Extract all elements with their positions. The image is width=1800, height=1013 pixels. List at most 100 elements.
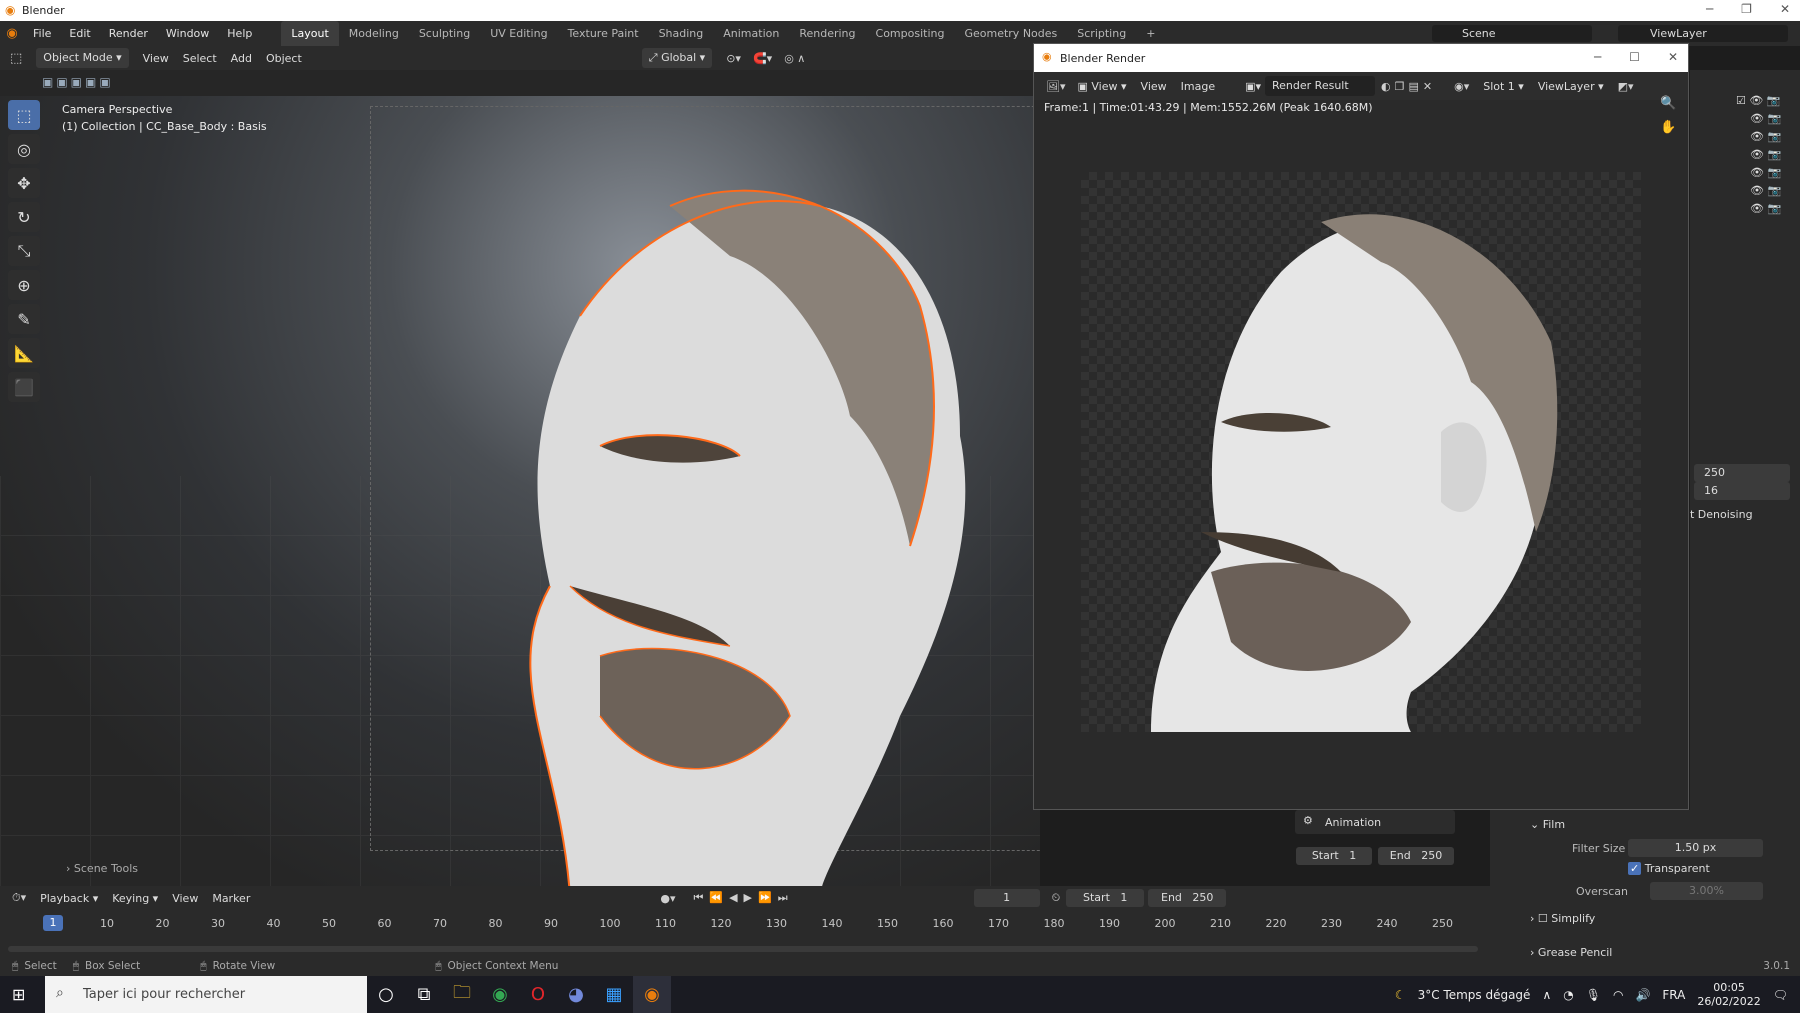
scene-selector[interactable]: Scene (1432, 25, 1592, 42)
playback-controls-icons[interactable]: ⏮⏪◀▶⏩⏭ (693, 891, 793, 905)
render-view-menu[interactable]: View (1141, 80, 1167, 93)
windows-start-icon[interactable]: ⊞ (12, 985, 25, 1004)
render-minimize-button[interactable]: ─ (1594, 50, 1601, 64)
tab-uv-editing[interactable]: UV Editing (480, 21, 557, 46)
viewlayer-selector[interactable]: ViewLayer (1618, 25, 1788, 42)
outliner-visibility-icons[interactable]: ☑ 👁 📷 👁 📷 👁 📷 👁 📷 👁 📷 👁 📷 👁 📷 (1736, 92, 1781, 218)
blender-taskbar-icon[interactable]: ◉ (633, 976, 671, 1013)
viewport-add-menu[interactable]: Add (231, 52, 252, 65)
playback-menu[interactable]: Playback ▾ (40, 892, 98, 905)
overlay-icon[interactable]: ◉▾ (1454, 80, 1469, 93)
annotate-icon[interactable]: ✎ (8, 304, 40, 334)
photos-icon[interactable]: ▦ (595, 976, 633, 1013)
pan-hand-icon[interactable]: ✋ (1660, 120, 1676, 135)
character-head-viewport[interactable] (440, 116, 1040, 886)
timeline-view-menu[interactable]: View (172, 892, 198, 905)
weather-text[interactable]: 3°C Temps dégagé (1418, 988, 1531, 1002)
opera-icon[interactable]: O (519, 976, 557, 1013)
timeline-editor-type-icon[interactable]: ⏱▾ (12, 891, 26, 905)
network-icon[interactable]: ◔ (1563, 988, 1573, 1002)
select-mode-icons[interactable]: ▣▣▣▣▣ (42, 75, 114, 89)
record-icon[interactable]: ●▾ (660, 892, 675, 905)
pivot-icon[interactable]: ⊙▾ (726, 52, 741, 65)
discord-icon[interactable]: ◕ (557, 976, 595, 1013)
animation-start-field[interactable]: Start 1 (1296, 847, 1372, 865)
render-canvas[interactable] (1081, 172, 1641, 732)
image-browse-icon[interactable]: ▣▾ (1245, 80, 1261, 93)
slot-dropdown[interactable]: Slot 1 ▾ (1483, 80, 1524, 93)
tab-animation[interactable]: Animation (713, 21, 789, 46)
measure-icon[interactable]: 📐 (8, 338, 40, 368)
simplify-header[interactable]: › ☐ Simplify (1530, 912, 1595, 925)
tab-rendering[interactable]: Rendering (789, 21, 865, 46)
blender-menu-icon[interactable]: ◉ (0, 26, 24, 41)
marker-menu[interactable]: Marker (212, 892, 250, 905)
chrome-icon[interactable]: ◉ (481, 976, 519, 1013)
render-result-field[interactable]: Render Result (1265, 76, 1376, 96)
filter-size-field[interactable]: 1.50 px (1628, 839, 1763, 857)
current-frame-field[interactable]: 1 (973, 889, 1040, 907)
tab-layout[interactable]: Layout (281, 21, 339, 46)
language-indicator[interactable]: FRA (1662, 988, 1685, 1002)
snap-icon[interactable]: 🧲▾ (753, 52, 772, 65)
menu-edit[interactable]: Edit (60, 21, 99, 46)
scale-icon[interactable]: ⤡ (8, 236, 40, 266)
menu-render[interactable]: Render (100, 21, 157, 46)
preview-range-icon[interactable]: ⏲ (1052, 891, 1061, 905)
tab-texture-paint[interactable]: Texture Paint (558, 21, 649, 46)
scene-tools-panel[interactable]: › Scene Tools (66, 862, 138, 875)
tab-shading[interactable]: Shading (649, 21, 714, 46)
timeline-editor[interactable]: ⏱▾ Playback ▾ Keying ▾ View Marker ●▾ ⏮⏪… (0, 886, 1490, 961)
render-window[interactable]: ◉ Blender Render ─ ☐ ✕ 🖼▾ ▣ View ▾ View … (1033, 43, 1689, 810)
transform-icon[interactable]: ⊕ (8, 270, 40, 300)
viewport-object-menu[interactable]: Object (266, 52, 302, 65)
task-view-icon[interactable]: ⧉ (405, 976, 443, 1013)
timeline-scrollbar[interactable] (8, 946, 1478, 952)
viewport-select-menu[interactable]: Select (183, 52, 217, 65)
render-maximize-button[interactable]: ☐ (1629, 50, 1640, 64)
zoom-icon[interactable]: 🔍 (1660, 96, 1676, 111)
select-box-icon[interactable]: ⬚ (8, 100, 40, 130)
transparent-checkbox[interactable]: ✓ Transparent (1628, 862, 1710, 875)
menu-file[interactable]: File (24, 21, 60, 46)
rotate-icon[interactable]: ↻ (8, 202, 40, 232)
film-header[interactable]: ⌄ Film (1530, 818, 1565, 831)
clock[interactable]: 00:05 26/02/2022 (1697, 981, 1760, 1009)
render-viewlayer-dropdown[interactable]: ViewLayer ▾ (1538, 80, 1604, 93)
notification-icon[interactable]: 🗨 (1773, 988, 1788, 1002)
keying-menu[interactable]: Keying ▾ (112, 892, 158, 905)
microphone-icon[interactable]: 🎙 (1586, 988, 1601, 1002)
image-editor-type-icon[interactable]: 🖼▾ (1046, 80, 1066, 93)
volume-icon[interactable]: 🔊 (1635, 988, 1650, 1002)
file-explorer-icon[interactable]: 🗀 (443, 976, 481, 1013)
min-samples-field[interactable]: 16 (1694, 482, 1790, 500)
maximize-button[interactable]: ❐ (1741, 2, 1752, 16)
animation-end-field[interactable]: End 250 (1378, 847, 1454, 865)
render-close-button[interactable]: ✕ (1668, 50, 1678, 64)
orientation-dropdown[interactable]: ⤢ Global ▾ (641, 48, 713, 68)
viewport-view-menu[interactable]: View (143, 52, 169, 65)
render-view-dropdown[interactable]: ▣ View ▾ (1078, 80, 1127, 93)
tab-modeling[interactable]: Modeling (339, 21, 409, 46)
max-samples-field[interactable]: 250 (1694, 464, 1790, 482)
minimize-button[interactable]: ─ (1706, 2, 1713, 16)
taskbar-search-box[interactable]: ⌕ Taper ici pour rechercher (45, 976, 367, 1013)
display-channels-icon[interactable]: ◩▾ (1618, 80, 1634, 93)
timeline-start-field[interactable]: Start 1 (1066, 889, 1145, 907)
add-cube-icon[interactable]: ⬛ (8, 372, 40, 402)
move-icon[interactable]: ✥ (8, 168, 40, 198)
cursor-icon[interactable]: ◎ (8, 134, 40, 164)
tab-sculpting[interactable]: Sculpting (409, 21, 480, 46)
editor-type-icon[interactable]: ⬚ (10, 51, 22, 66)
overscan-field[interactable]: 3.00% (1650, 882, 1763, 900)
mode-dropdown[interactable]: Object Mode ▾ (36, 48, 129, 68)
tray-chevron-icon[interactable]: ∧ (1542, 988, 1551, 1002)
timeline-end-field[interactable]: End 250 (1148, 889, 1227, 907)
wifi-icon[interactable]: ◠ (1613, 988, 1623, 1002)
menu-window[interactable]: Window (157, 21, 218, 46)
menu-help[interactable]: Help (218, 21, 261, 46)
cortana-icon[interactable]: ○ (367, 976, 405, 1013)
image-datablock-icons[interactable]: ◐❐▤✕ (1381, 80, 1436, 93)
tab-compositing[interactable]: Compositing (866, 21, 955, 46)
close-button[interactable]: ✕ (1780, 2, 1790, 16)
